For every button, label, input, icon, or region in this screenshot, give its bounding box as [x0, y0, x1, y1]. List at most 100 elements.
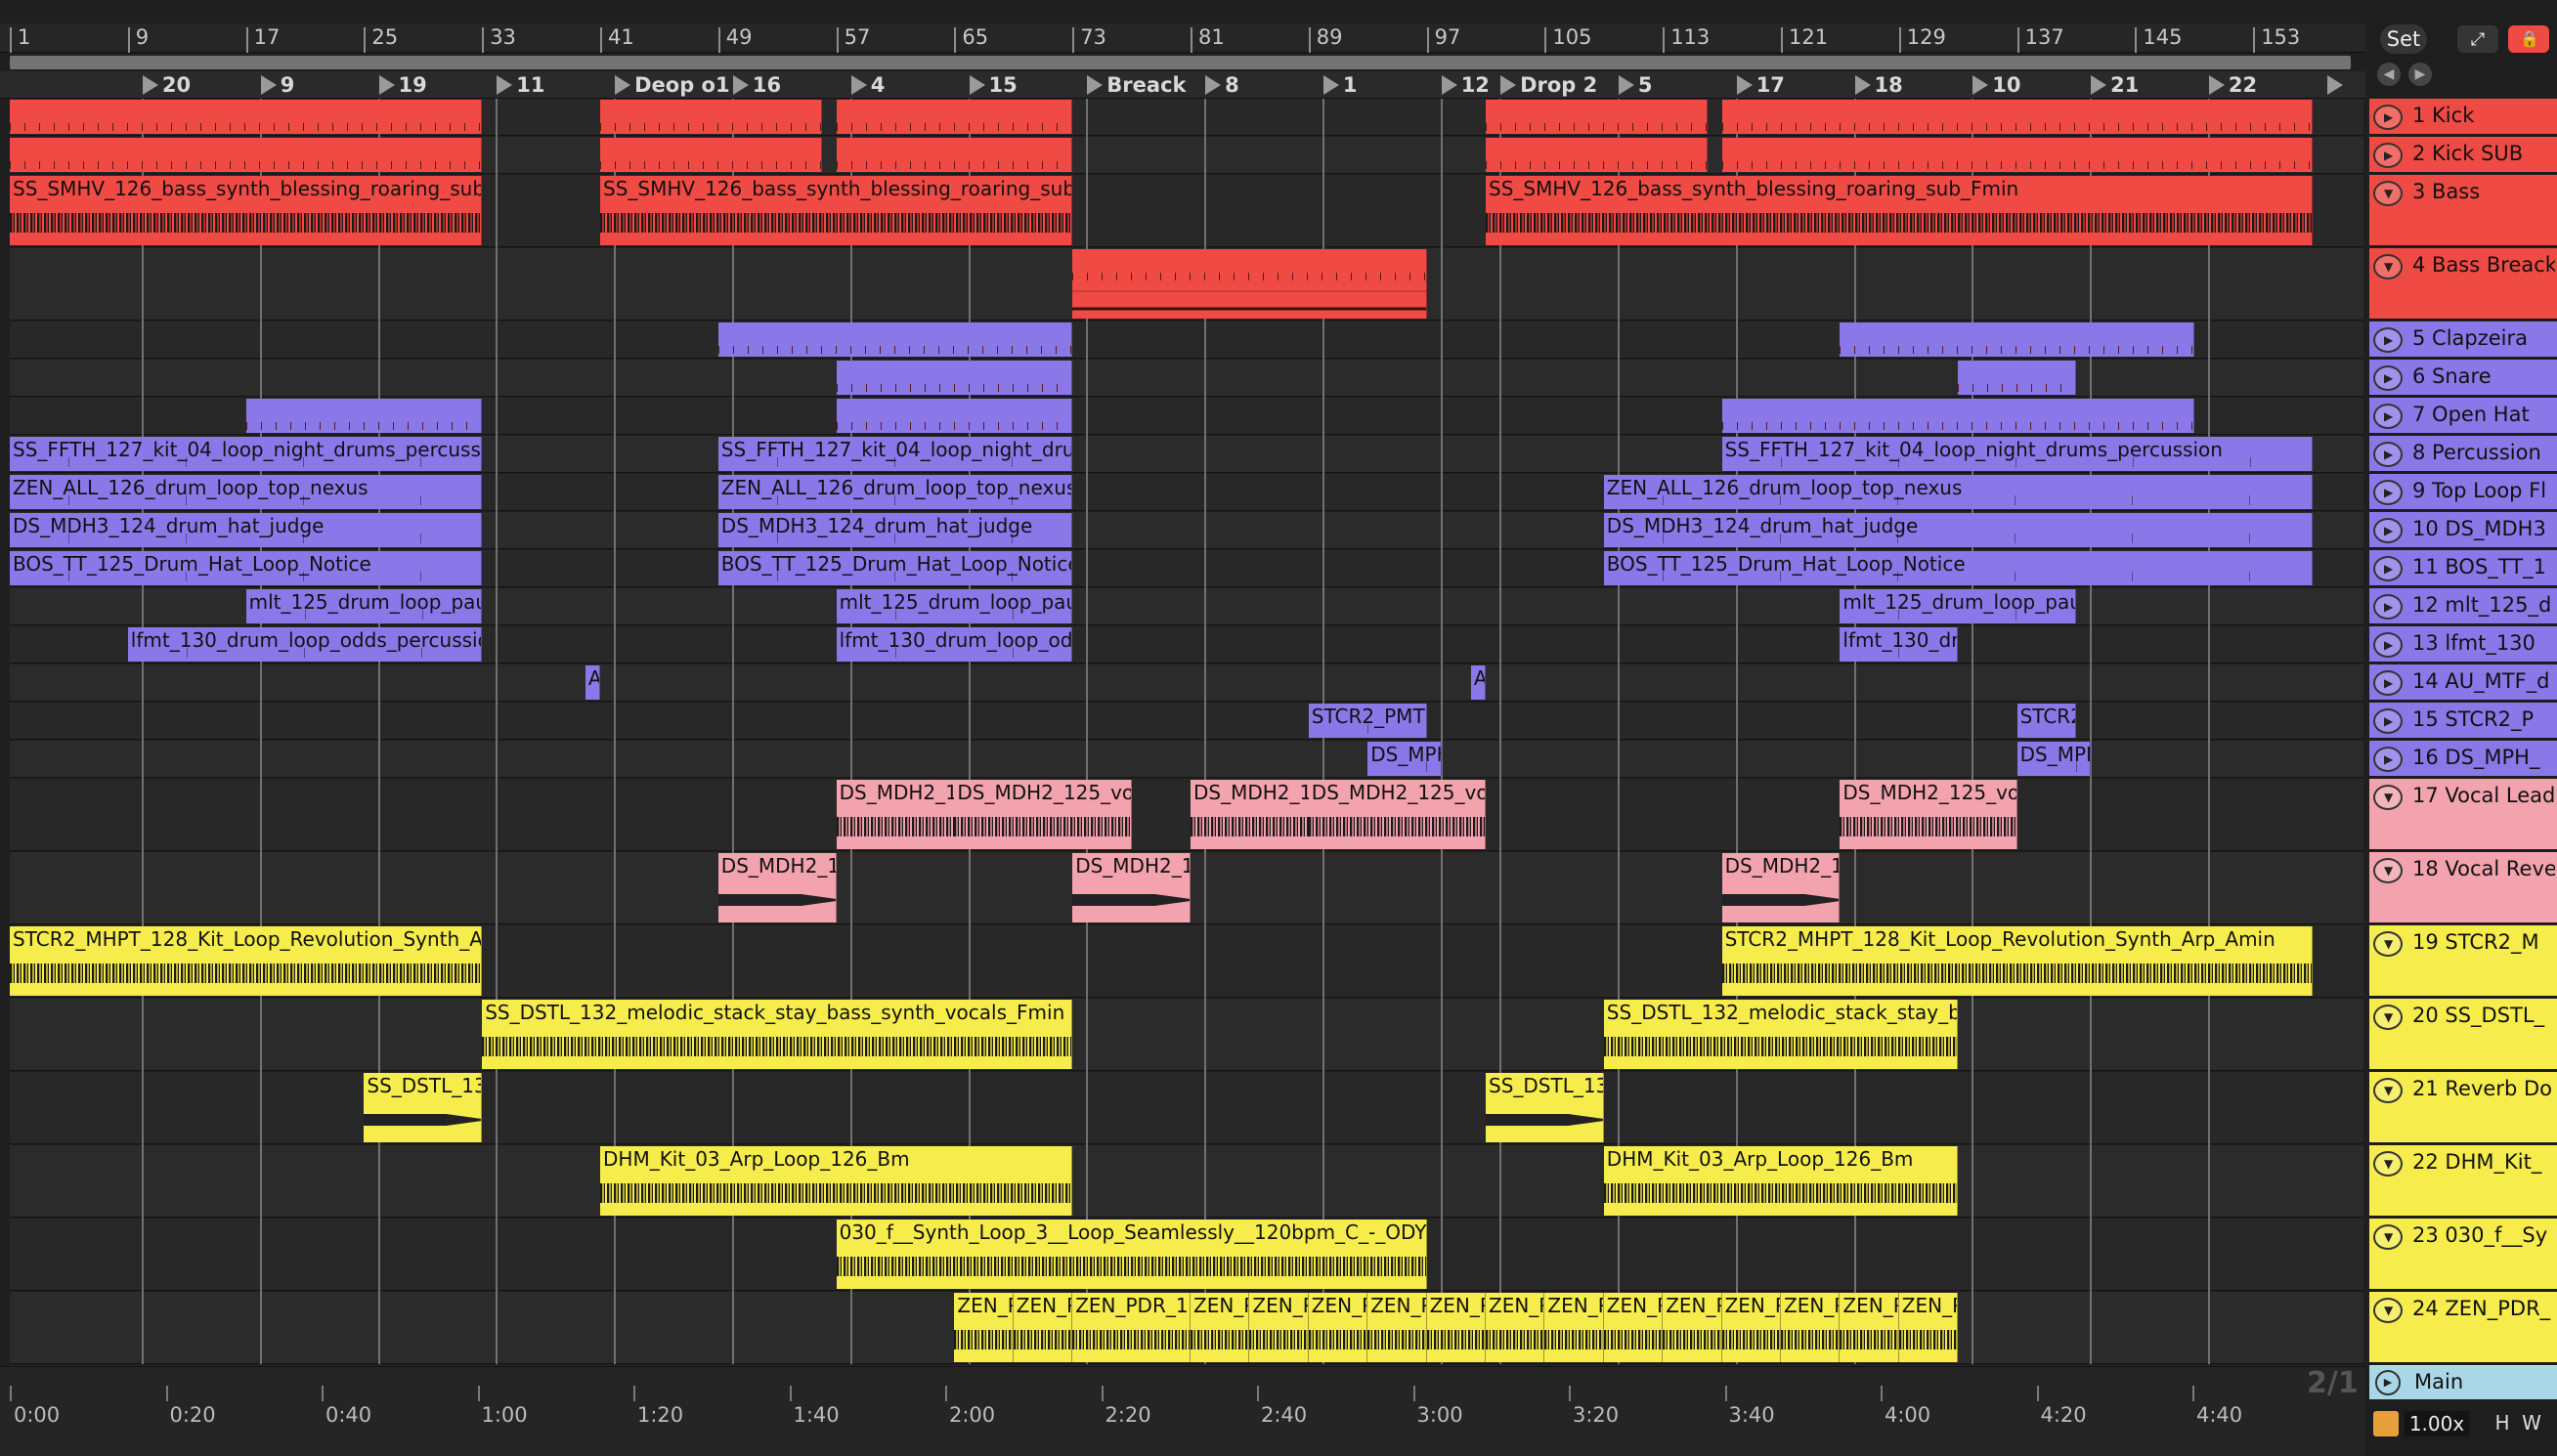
clip[interactable]: [1072, 249, 1427, 319]
locator-marker[interactable]: 12: [1440, 71, 1490, 99]
locator-marker[interactable]: 18: [1853, 71, 1903, 99]
play-icon[interactable]: ▶: [2373, 365, 2403, 391]
track-header[interactable]: ▶ 11 BOS_TT_1: [2369, 550, 2557, 587]
clip[interactable]: STCR2_MHPT_128_Kit_Loop_Revolution_Synth…: [1721, 926, 2313, 996]
clip[interactable]: SS_FFTH_127_kit_04_loop_night_drums_perc…: [717, 437, 1073, 471]
play-icon[interactable]: ▶: [2373, 518, 2403, 543]
clip[interactable]: ZEN_ALL_126_drum_loop_top_nexus: [1603, 475, 2313, 509]
track-header[interactable]: ▼ 21 Reverb Do: [2369, 1072, 2557, 1144]
clip[interactable]: STCR2_PMT: [1308, 704, 1427, 738]
clip[interactable]: ZEN_PDR_1: [1663, 1293, 1722, 1362]
locator-marker[interactable]: 16: [731, 71, 781, 99]
clip[interactable]: mlt_125_drum_loop_pause: [836, 589, 1073, 623]
fold-icon[interactable]: ▼: [2373, 254, 2403, 279]
clip[interactable]: SS_SMHV_126_bass_synth_blessing_roaring_…: [600, 176, 1073, 245]
clip[interactable]: SS_FFTH_127_kit_04_loop_night_drums_perc…: [1721, 437, 2313, 471]
clip[interactable]: [10, 100, 483, 134]
clip[interactable]: [1486, 138, 1708, 172]
clip[interactable]: DHM_Kit_03_Arp_Loop_126_Bm: [1603, 1146, 1959, 1216]
clip[interactable]: 030_f__Synth_Loop_3__Loop_Seamlessly__12…: [836, 1220, 1427, 1289]
clip[interactable]: DS_MDH2_125: [1072, 853, 1191, 922]
clip[interactable]: SS_SMHV_126_bass_synth_blessing_roaring_…: [1486, 176, 2313, 245]
fold-icon[interactable]: ▼: [2373, 1151, 2403, 1177]
clip[interactable]: ZEN_PDR_1: [1544, 1293, 1604, 1362]
track-header[interactable]: ▶ 10 DS_MDH3: [2369, 512, 2557, 549]
track-lane[interactable]: [10, 999, 2363, 1071]
h-button[interactable]: H: [2491, 1411, 2514, 1436]
bar-ruler[interactable]: [0, 23, 2365, 53]
track-header[interactable]: ▶ 12 mlt_125_d: [2369, 588, 2557, 625]
clip[interactable]: [836, 361, 1073, 395]
clip[interactable]: [717, 322, 1073, 357]
clip[interactable]: [836, 138, 1073, 172]
nav-left-icon[interactable]: ◀: [2377, 63, 2401, 86]
locator-marker[interactable]: Breack: [1085, 71, 1187, 99]
play-icon[interactable]: ▶: [2373, 594, 2403, 620]
locator-marker[interactable]: 5: [1617, 71, 1653, 99]
locator-marker[interactable]: 21: [2089, 71, 2139, 99]
clip[interactable]: ZEN_PDR_1: [1781, 1293, 1841, 1362]
track-lane[interactable]: [10, 1145, 2363, 1218]
expand-icon[interactable]: ⤢: [2457, 25, 2498, 53]
clip[interactable]: A: [585, 665, 600, 700]
nav-right-icon[interactable]: ▶: [2408, 63, 2432, 86]
clip[interactable]: [600, 100, 822, 134]
track-header[interactable]: ▶ 16 DS_MPH_: [2369, 741, 2557, 778]
fold-icon[interactable]: ▼: [2373, 181, 2403, 206]
track-header[interactable]: ▶ 6 Snare: [2369, 360, 2557, 397]
clip[interactable]: [836, 399, 1073, 433]
play-icon[interactable]: ▶: [2373, 632, 2403, 658]
track-header[interactable]: ▶ 2 Kick SUB: [2369, 137, 2557, 174]
clip[interactable]: BOS_TT_125_Drum_Hat_Loop_Notice: [717, 551, 1073, 585]
track-header[interactable]: ▼ 3 Bass: [2369, 175, 2557, 247]
clip[interactable]: [600, 138, 822, 172]
track-lane[interactable]: [10, 1072, 2363, 1144]
play-icon[interactable]: ▶: [2373, 105, 2403, 130]
locator-marker[interactable]: Drop 2: [1498, 71, 1597, 99]
track-header[interactable]: ▼ 17 Vocal Lead: [2369, 779, 2557, 851]
clip[interactable]: ZEN_PDR_1: [1367, 1293, 1427, 1362]
clip[interactable]: DS_MPH: [2016, 742, 2092, 776]
horizontal-scrollbar[interactable]: [10, 56, 2351, 69]
main-track-header[interactable]: ▶ Main: [2369, 1366, 2557, 1399]
track-header[interactable]: ▶ 15 STCR2_P: [2369, 703, 2557, 740]
clip[interactable]: ZEN_PDR_1: [1486, 1293, 1545, 1362]
clip[interactable]: SS_DSTL_132_melodic_stack_stay_bass_synt…: [482, 1000, 1073, 1069]
clip[interactable]: ZEN_PDR_1: [1426, 1293, 1486, 1362]
track-header[interactable]: ▼ 18 Vocal Reve: [2369, 852, 2557, 924]
clip[interactable]: DS_MDH3_124_drum_hat_judge: [1603, 513, 2313, 547]
track-header[interactable]: ▶ 14 AU_MTF_d: [2369, 664, 2557, 702]
locator-marker[interactable]: 19: [377, 71, 427, 99]
lock-button[interactable]: 🔒: [2508, 25, 2549, 53]
clip[interactable]: [10, 138, 483, 172]
clip[interactable]: ZEN_PDR_1: [1898, 1293, 1959, 1362]
track-header[interactable]: ▶ 1 Kick: [2369, 99, 2557, 136]
play-icon[interactable]: ▶: [2373, 442, 2403, 467]
clip[interactable]: SS_DSTL_132: [1486, 1073, 1604, 1142]
clip[interactable]: ZEN_PDR_1: [1072, 1293, 1191, 1362]
clip[interactable]: ZEN_PDR_1: [1721, 1293, 1781, 1362]
clip[interactable]: SS_FFTH_127_kit_04_loop_night_drums_perc…: [10, 437, 483, 471]
track-lane[interactable]: [10, 664, 2363, 702]
locator-marker[interactable]: Deop o1: [613, 71, 730, 99]
locator-marker[interactable]: 4: [849, 71, 885, 99]
fold-icon[interactable]: ▼: [2373, 931, 2403, 957]
clip[interactable]: DS_MDH2_125_vocal: [954, 780, 1132, 849]
clip[interactable]: ZEN_ALL_126_drum_loop_top_nexus: [717, 475, 1073, 509]
fold-icon[interactable]: ▼: [2373, 1298, 2403, 1323]
play-icon[interactable]: ▶: [2373, 143, 2403, 168]
play-icon[interactable]: ▶: [2373, 404, 2403, 429]
play-icon[interactable]: ▶: [2373, 556, 2403, 581]
fold-icon[interactable]: ▼: [2373, 1078, 2403, 1103]
clip[interactable]: DS_MPH: [1367, 742, 1442, 776]
play-icon[interactable]: ▶: [2373, 670, 2403, 696]
track-header[interactable]: ▼ 4 Bass Breack: [2369, 248, 2557, 321]
locator-marker[interactable]: 8: [1203, 71, 1239, 99]
clip[interactable]: [1486, 100, 1708, 134]
clip[interactable]: SS_SMHV_126_bass_synth_blessing_roaring_…: [10, 176, 483, 245]
play-icon[interactable]: ▶: [2373, 708, 2403, 734]
clip[interactable]: ZEN_PDR_1: [1840, 1293, 1899, 1362]
clip[interactable]: lfmt_130_drum: [1840, 627, 1959, 662]
clip[interactable]: mlt_125_drum_loop_pause: [245, 589, 483, 623]
clip[interactable]: DS_MDH3_124_drum_hat_judge: [717, 513, 1073, 547]
